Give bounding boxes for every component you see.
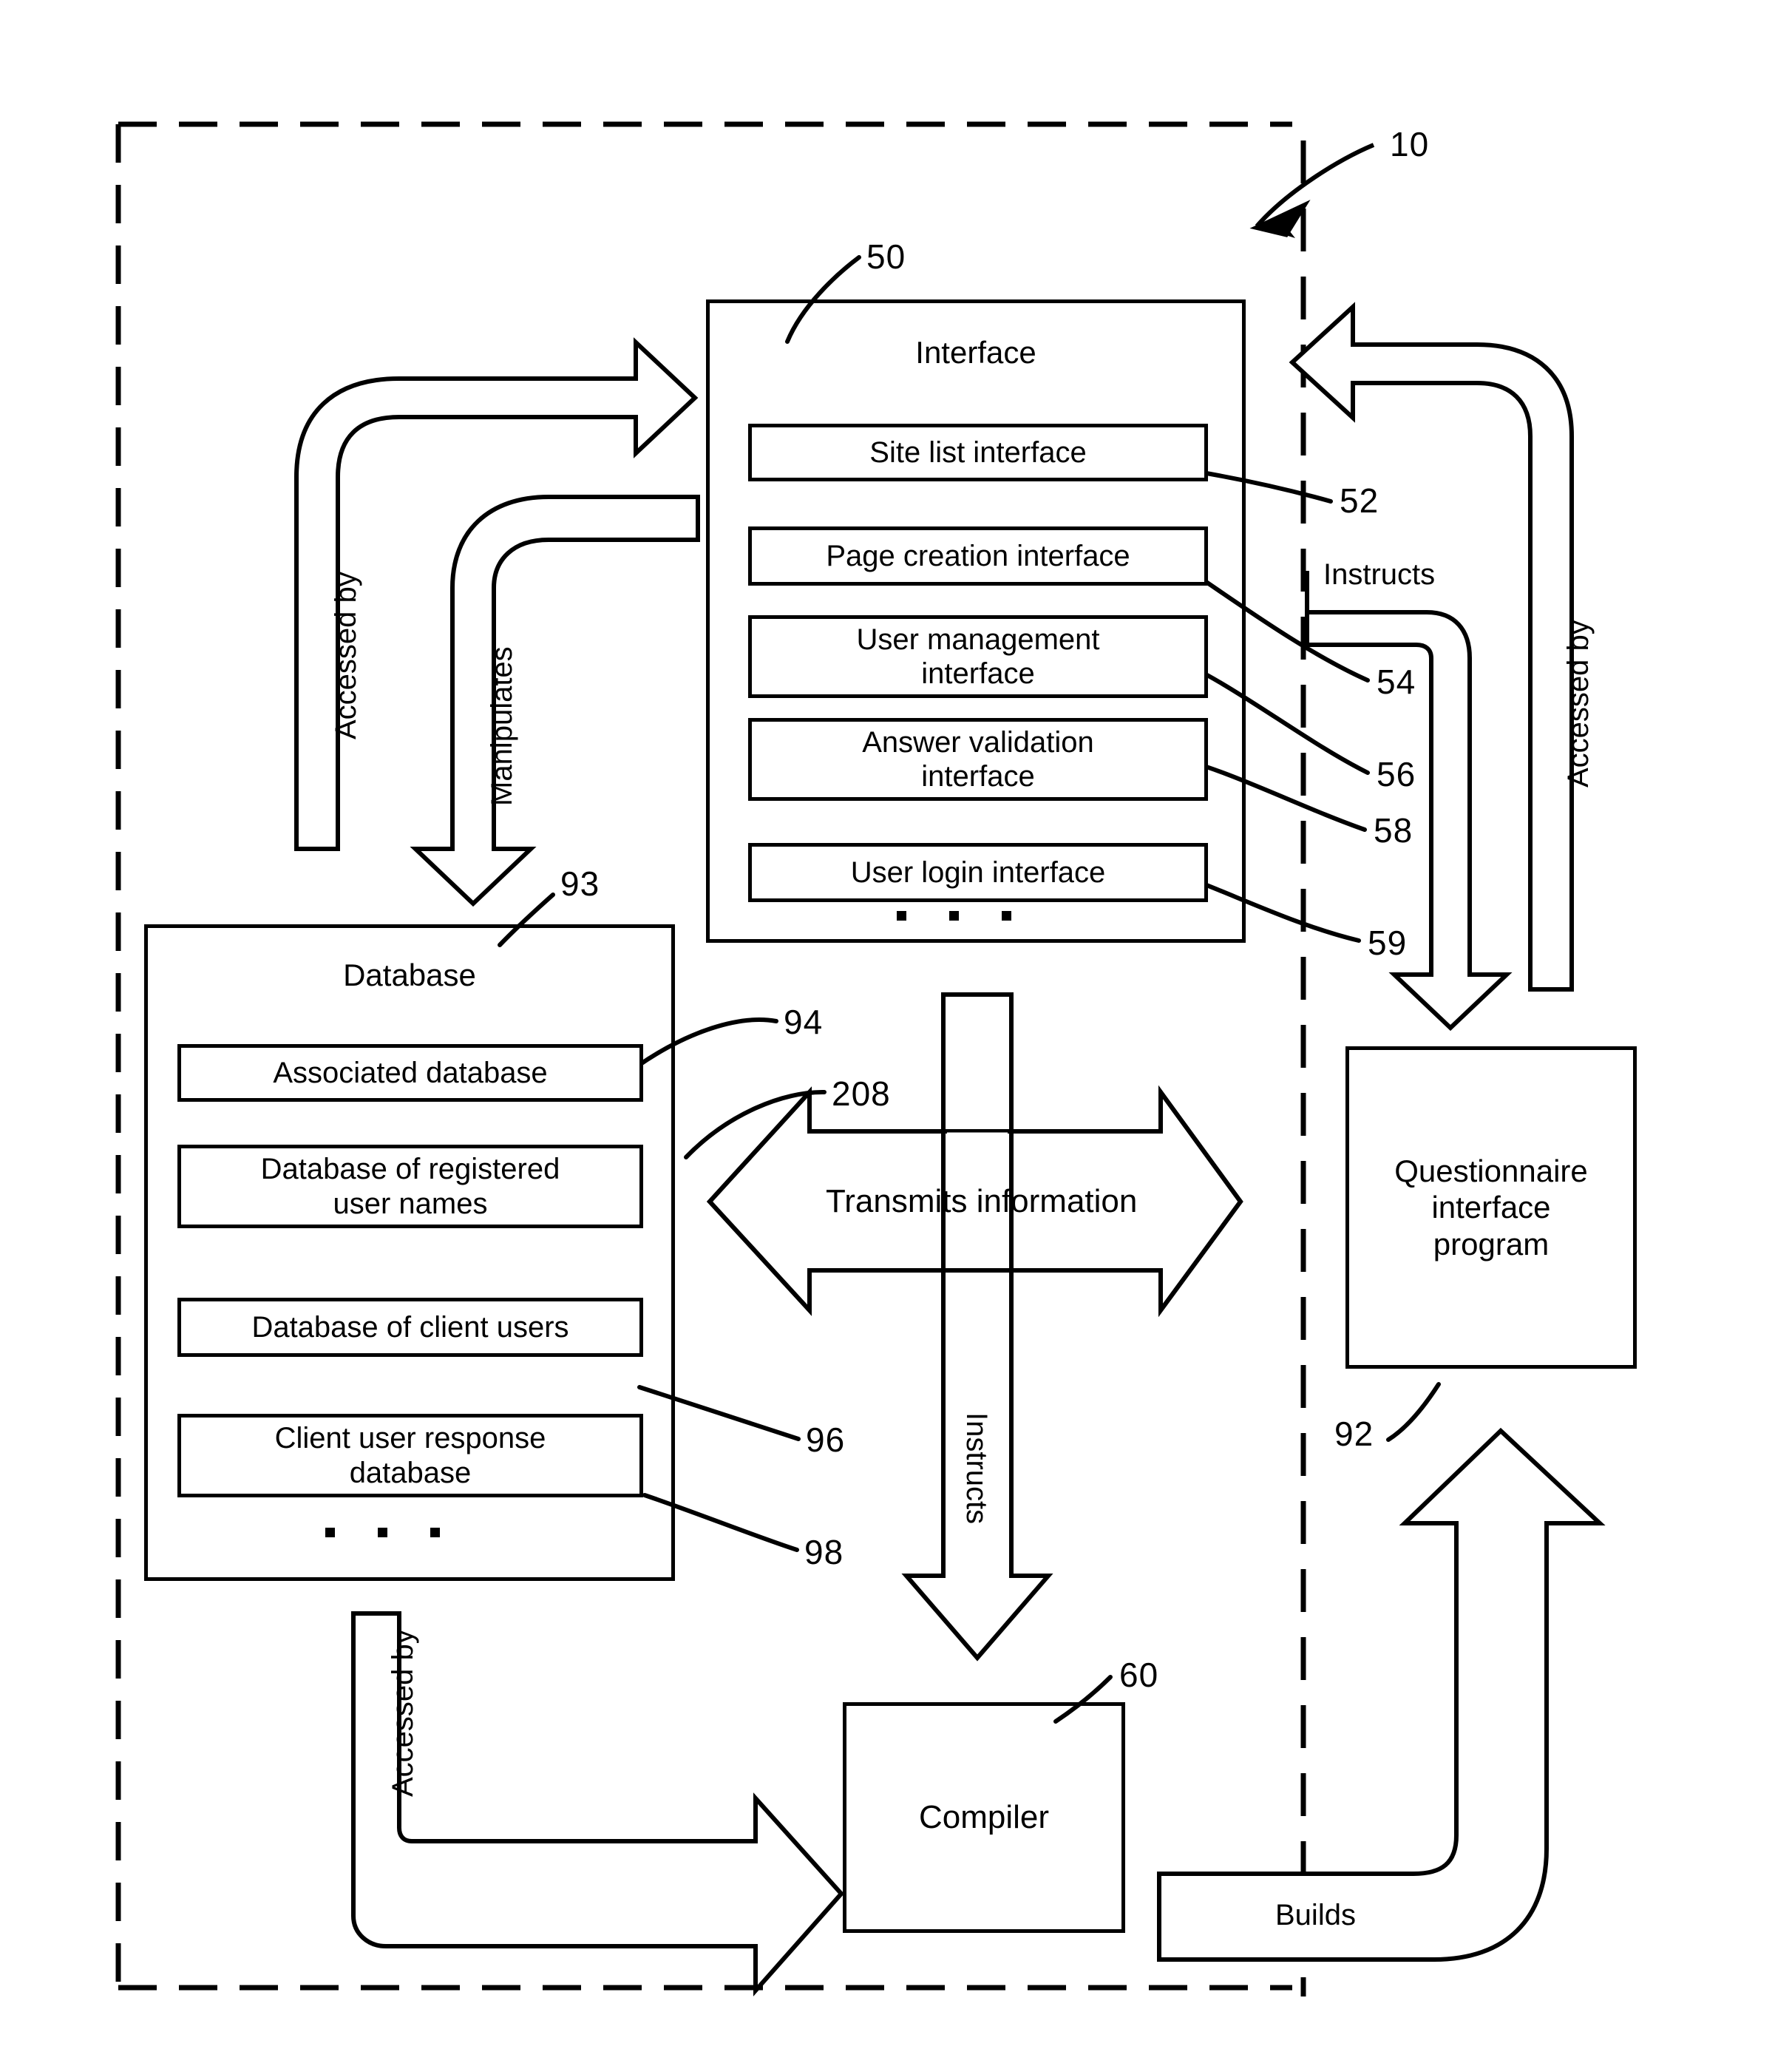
user-management-interface[interactable]: User management interface — [748, 615, 1208, 698]
reference-94: 94 — [784, 1003, 824, 1041]
questionnaire-interface-program-label: Questionnaire interface program — [1394, 1153, 1588, 1261]
interface-group-title: Interface — [915, 335, 1036, 370]
page-creation-interface[interactable]: Page creation interface — [748, 526, 1208, 586]
reference-50: 50 — [866, 237, 906, 276]
associated-database[interactable]: Associated database — [177, 1044, 643, 1102]
answer-validation-interface[interactable]: Answer validation interface — [748, 718, 1208, 801]
answer-validation-interface-label: Answer validation interface — [862, 725, 1094, 793]
builds-arrow — [1157, 1427, 1606, 1962]
questionnaire-interface-program[interactable]: Questionnaire interface program — [1345, 1046, 1637, 1369]
page-creation-interface-label: Page creation interface — [826, 539, 1130, 572]
user-login-interface[interactable]: User login interface — [748, 843, 1208, 902]
accessed-by-right-label: Accessed by — [1562, 620, 1595, 788]
patent-figure: Interface Site list interface Page creat… — [0, 0, 1792, 2066]
site-list-interface[interactable]: Site list interface — [748, 424, 1208, 481]
instructs-right-label: Instructs — [1323, 558, 1436, 591]
client-user-response-database[interactable]: Client user response database — [177, 1414, 643, 1497]
accessed-by-bottom-arrow — [351, 1611, 845, 1996]
client-users-database-label: Database of client users — [251, 1310, 569, 1344]
reference-96: 96 — [806, 1420, 846, 1459]
accessed-by-bottom-label: Accessed by — [387, 1629, 419, 1797]
reference-59: 59 — [1368, 924, 1408, 962]
interface-continuation-dots — [897, 911, 1011, 921]
transmits-information-label: Transmits information — [826, 1183, 1138, 1219]
site-list-interface-label: Site list interface — [869, 436, 1087, 469]
manipulates-arrow — [410, 495, 700, 907]
compiler-label: Compiler — [918, 1799, 1050, 1836]
manipulates-label: Manipulates — [486, 646, 518, 806]
leader-92 — [1386, 1382, 1441, 1442]
reference-93: 93 — [560, 864, 600, 903]
reference-92: 92 — [1334, 1415, 1374, 1453]
reference-60: 60 — [1119, 1656, 1159, 1694]
client-users-database[interactable]: Database of client users — [177, 1298, 643, 1357]
database-group-title: Database — [343, 958, 476, 992]
builds-label: Builds — [1275, 1899, 1356, 1931]
compiler-box[interactable]: Compiler — [843, 1702, 1125, 1933]
instructs-down-arrow — [901, 992, 1053, 1662]
reference-54: 54 — [1377, 663, 1416, 701]
user-management-interface-label: User management interface — [856, 623, 1100, 690]
registered-user-names-database[interactable]: Database of registered user names — [177, 1145, 643, 1228]
database-continuation-dots — [325, 1528, 440, 1537]
user-login-interface-label: User login interface — [850, 856, 1106, 889]
reference-58: 58 — [1374, 811, 1413, 850]
reference-10: 10 — [1390, 125, 1430, 163]
associated-database-label: Associated database — [273, 1056, 548, 1089]
accessed-by-left-label: Accessed by — [330, 572, 362, 739]
lead-line-10 — [1255, 143, 1375, 228]
instructs-down-label: Instructs — [960, 1412, 993, 1525]
registered-user-names-database-label: Database of registered user names — [260, 1153, 560, 1220]
reference-208: 208 — [832, 1074, 891, 1113]
reference-52: 52 — [1340, 481, 1379, 520]
reference-98: 98 — [804, 1533, 844, 1571]
client-user-response-database-label: Client user response database — [274, 1422, 546, 1489]
reference-56: 56 — [1377, 755, 1416, 793]
